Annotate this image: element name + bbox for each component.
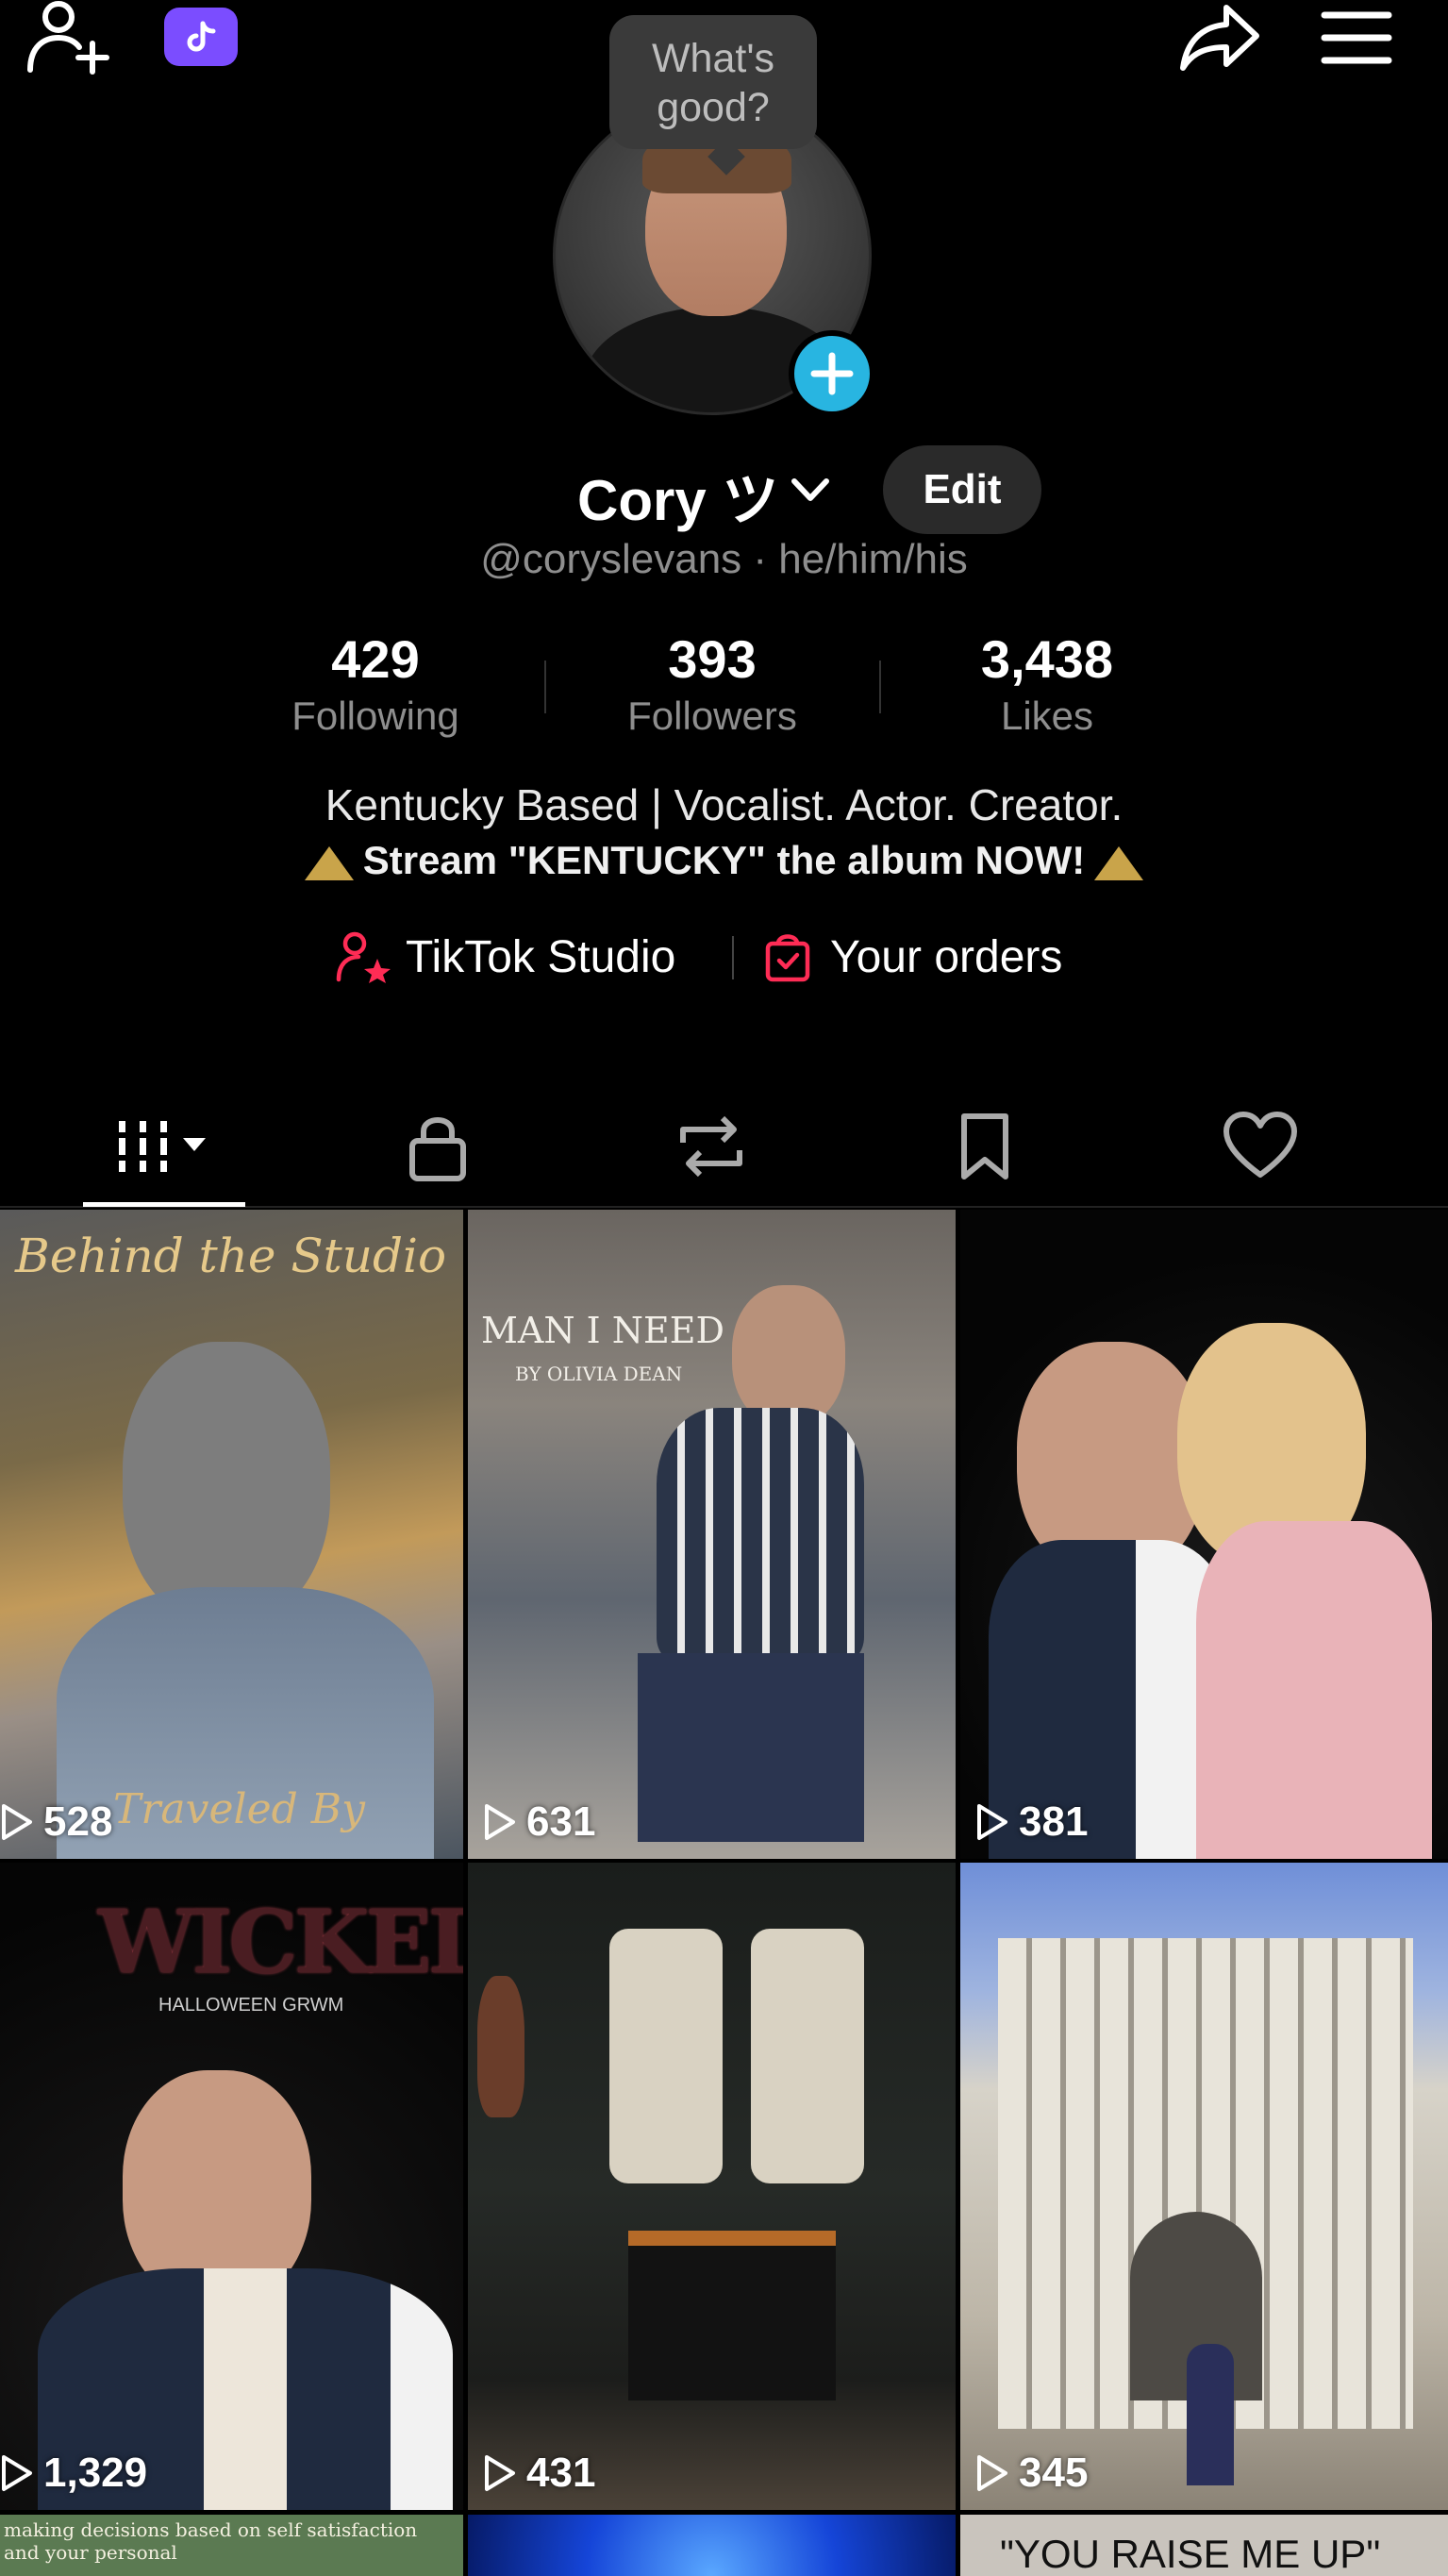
profile-links: TikTok Studio Your orders: [0, 921, 1448, 993]
stat-label: Followers: [627, 694, 797, 738]
video-thumbnail[interactable]: MAN I NEED BY OLIVIA DEAN 631: [468, 1210, 956, 1859]
view-count-label: 528: [43, 1798, 113, 1845]
video-thumbnail[interactable]: 381: [960, 1210, 1448, 1859]
play-icon: [2, 1804, 32, 1840]
bio-line-1: Kentucky Based | Vocalist. Actor. Creato…: [325, 780, 1123, 829]
profile-tabs: [0, 1085, 1448, 1208]
link-separator: [732, 936, 734, 979]
stat-label: Following: [291, 694, 459, 738]
video-overlay-subtitle: BY OLIVIA DEAN: [515, 1363, 683, 1385]
tiktok-studio-label: TikTok Studio: [406, 931, 676, 982]
thumbnail-figure: [1187, 2344, 1234, 2485]
grid-videos-icon: [119, 1121, 206, 1172]
thumbnail-figure-body: [657, 1408, 864, 1663]
view-count: 1,329: [0, 2450, 147, 2497]
video-thumbnail[interactable]: 345: [960, 1863, 1448, 2510]
view-count-label: 631: [526, 1798, 596, 1845]
stat-followers[interactable]: 393 Followers: [590, 627, 835, 740]
view-count-label: 431: [526, 2450, 596, 2496]
tiktok-studio-link[interactable]: TikTok Studio: [336, 921, 675, 993]
mountain-emoji-icon: [1094, 845, 1144, 880]
lock-icon: [409, 1117, 466, 1181]
your-orders-label: Your orders: [830, 931, 1063, 982]
heart-icon: [1223, 1112, 1297, 1178]
video-overlay-title: WICKED: [98, 1891, 463, 1993]
view-count: 631: [483, 1798, 595, 1846]
bio-line-2: Stream "KENTUCKY" the album NOW!: [0, 838, 1448, 883]
stat-following[interactable]: 429 Following: [253, 627, 498, 740]
play-icon: [977, 2455, 1007, 2491]
thumbnail-figure: [732, 1285, 845, 1427]
tiktok-logo-icon[interactable]: [164, 8, 238, 66]
view-count-label: 1,329: [43, 2450, 148, 2496]
bookmark-icon: [961, 1113, 1008, 1179]
repost-icon: [680, 1115, 742, 1178]
add-friend-icon[interactable]: [25, 0, 109, 75]
thumbnail-figure-legs: [638, 1653, 864, 1842]
video-thumbnail[interactable]: making decisions based on self satisfact…: [0, 2515, 463, 2576]
your-orders-link[interactable]: Your orders: [764, 921, 1062, 993]
thumbnail-figure: [123, 1342, 330, 1625]
play-icon: [977, 1804, 1007, 1840]
thumbnail-decor: [751, 1929, 864, 2183]
play-icon: [2, 2455, 32, 2491]
stat-label: Likes: [1000, 694, 1094, 738]
share-icon[interactable]: [1177, 0, 1264, 75]
status-bubble[interactable]: What's good?: [609, 15, 817, 149]
profile-name[interactable]: Cory ツ: [577, 455, 778, 537]
play-icon: [485, 2455, 515, 2491]
bio-line-2-text: Stream "KENTUCKY" the album NOW!: [362, 838, 1086, 882]
video-overlay-title: MAN I NEED: [481, 1310, 724, 1351]
view-count: 431: [483, 2450, 595, 2497]
creator-star-icon: [336, 931, 391, 983]
view-count: 381: [975, 1798, 1088, 1846]
video-thumbnail[interactable]: "YOU RAISE ME UP": [960, 2515, 1448, 2576]
view-count: 345: [975, 2450, 1088, 2497]
tab-reposts[interactable]: [655, 1104, 768, 1189]
tab-liked[interactable]: [1204, 1104, 1317, 1189]
tab-videos[interactable]: [108, 1104, 221, 1189]
video-overlay-text: "YOU RAISE ME UP": [1000, 2532, 1381, 2576]
video-overlay-text: making decisions based on self satisfact…: [4, 2518, 418, 2564]
view-count-label: 345: [1019, 2450, 1089, 2496]
shopping-bag-icon: [765, 934, 810, 982]
video-overlay-subtitle: HALLOWEEN GRWM: [158, 1995, 344, 2016]
video-thumbnail[interactable]: WICKED HALLOWEEN GRWM 1,329: [0, 1863, 463, 2510]
tab-favorites[interactable]: [928, 1104, 1041, 1189]
mountain-emoji-icon: [304, 845, 354, 880]
stat-value: 393: [668, 629, 757, 689]
video-thumbnail[interactable]: 431: [468, 1863, 956, 2510]
video-overlay-caption: Traveled By: [113, 1785, 365, 1833]
stat-likes[interactable]: 3,438 Likes: [924, 627, 1170, 740]
video-thumbnail[interactable]: Behind the Studio Traveled By 528: [0, 1210, 463, 1859]
profile-stats: 429 Following 393 Followers 3,438 Likes: [0, 627, 1448, 749]
view-count-label: 381: [1019, 1798, 1089, 1845]
stat-value: 429: [331, 629, 420, 689]
thumbnail-decor: [628, 2231, 836, 2400]
video-overlay-title: Behind the Studio: [15, 1229, 447, 1283]
name-row: Cory ツ Edit: [0, 443, 1448, 538]
ukulele-icon: [477, 1976, 524, 2117]
edit-profile-button[interactable]: Edit: [883, 445, 1041, 534]
menu-icon[interactable]: [1321, 9, 1392, 66]
stat-value: 3,438: [980, 629, 1114, 689]
chevron-down-icon[interactable]: [789, 468, 832, 511]
stat-divider: [879, 661, 881, 713]
video-thumbnail[interactable]: [468, 2515, 956, 2576]
thumbnail-figure-2-dress: [1196, 1521, 1432, 1859]
play-icon: [485, 1804, 515, 1840]
thumbnail-decor: [609, 1929, 723, 2183]
plus-icon: [810, 352, 854, 395]
profile-handle: @coryslevans · he/him/his: [480, 536, 968, 582]
stat-divider: [544, 661, 546, 713]
tab-private[interactable]: [381, 1104, 494, 1189]
add-story-button[interactable]: [789, 330, 875, 417]
active-tab-indicator: [83, 1202, 245, 1207]
view-count: 528: [0, 1798, 112, 1846]
